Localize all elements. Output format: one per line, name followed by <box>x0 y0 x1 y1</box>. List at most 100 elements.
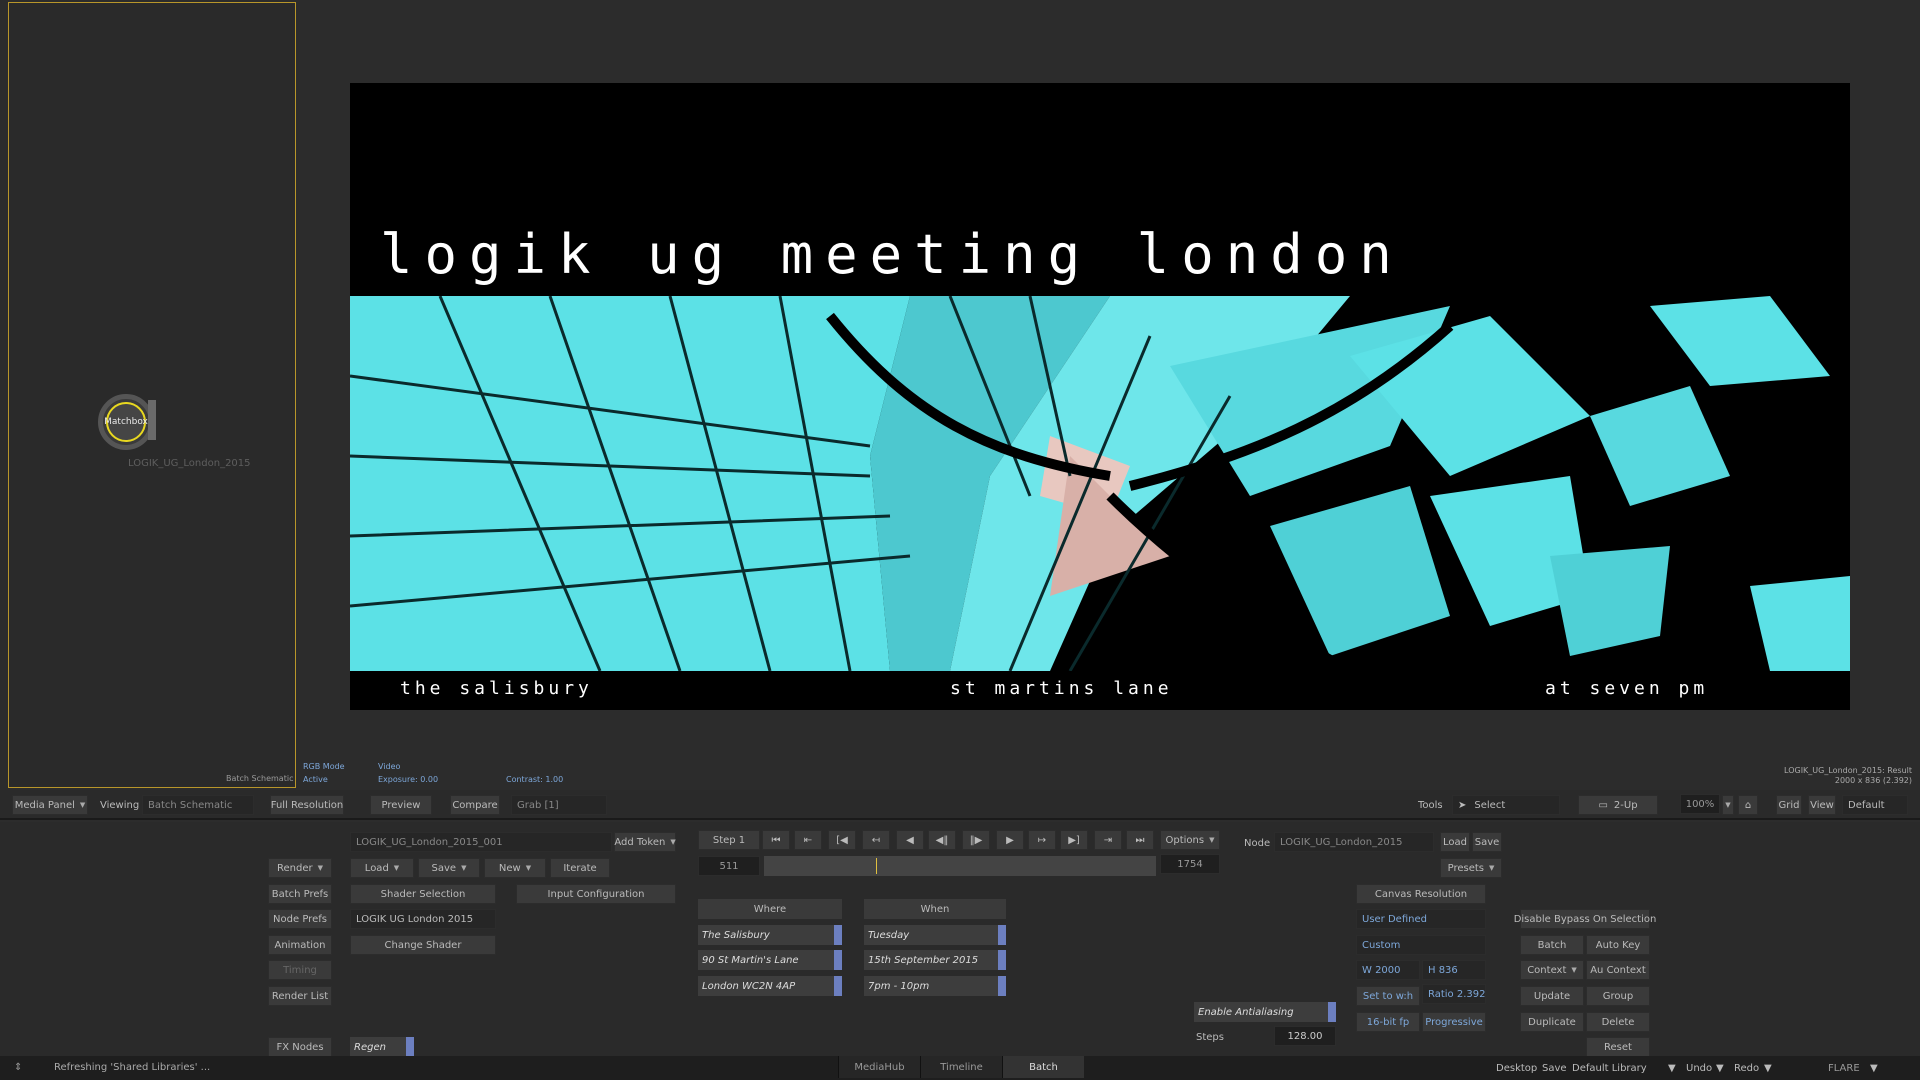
desktop-button[interactable]: Desktop <box>1496 1063 1537 1074</box>
height-field[interactable]: H 836 <box>1422 960 1486 980</box>
step-button[interactable]: Step 1 <box>698 830 760 850</box>
app-dropdown-icon[interactable]: ▼ <box>1870 1063 1878 1074</box>
app-name: FLARE <box>1828 1063 1860 1074</box>
viewer-image[interactable]: logik ug meeting london the salisbury st… <box>350 83 1850 710</box>
iterate-button[interactable]: Iterate <box>550 858 610 878</box>
context-button[interactable]: Context ▼ <box>1520 960 1584 980</box>
duplicate-button[interactable]: Duplicate <box>1520 1012 1584 1032</box>
node-load-button[interactable]: Load <box>1440 832 1470 852</box>
presets-button[interactable]: Presets ▼ <box>1440 858 1502 878</box>
zoom-field[interactable]: 100% <box>1680 794 1720 814</box>
batch-prefs-button[interactable]: Batch Prefs <box>268 884 332 904</box>
two-up-button[interactable]: ▭ 2-Up <box>1578 795 1658 815</box>
render-button[interactable]: Render ▼ <box>268 858 332 878</box>
set-to-wh-button[interactable]: Set to w:h <box>1356 986 1420 1006</box>
disable-bypass-button[interactable]: Disable Bypass On Selection <box>1514 909 1656 929</box>
prev-keyframe-icon[interactable]: ↤ <box>862 830 890 850</box>
tab-timeline[interactable]: Timeline <box>920 1056 1002 1078</box>
when-field-1[interactable]: Tuesday <box>864 925 1006 945</box>
when-field-3[interactable]: 7pm - 10pm <box>864 976 1006 996</box>
status-save-button[interactable]: Save <box>1542 1063 1567 1074</box>
new-button[interactable]: New ▼ <box>484 858 546 878</box>
input-configuration-button[interactable]: Input Configuration <box>516 884 676 904</box>
contrast-label: Contrast: 1.00 <box>506 775 564 784</box>
options-button[interactable]: Options ▼ <box>1160 830 1220 850</box>
play-reverse-icon[interactable]: ◀‖ <box>928 830 956 850</box>
custom-field[interactable]: Custom <box>1356 935 1486 955</box>
when-field-2[interactable]: 15th September 2015 <box>864 950 1006 970</box>
zoom-dropdown-icon[interactable]: ▼ <box>1722 795 1734 815</box>
load-button[interactable]: Load ▼ <box>350 858 414 878</box>
where-field-1[interactable]: The Salisbury <box>698 925 842 945</box>
tools-label: Tools <box>1418 800 1443 811</box>
goto-end-icon[interactable]: ⏭ <box>1126 830 1154 850</box>
redo-button[interactable]: Redo <box>1734 1063 1759 1074</box>
change-shader-button[interactable]: Change Shader <box>350 935 496 955</box>
frame-end-field[interactable]: 1754 <box>1160 854 1220 874</box>
save-button[interactable]: Save ▼ <box>418 858 480 878</box>
group-button[interactable]: Group <box>1586 986 1650 1006</box>
chevron-down-icon: ▼ <box>1571 966 1577 974</box>
add-token-button[interactable]: Add Token ▼ <box>614 832 676 852</box>
auto-key-button[interactable]: Auto Key <box>1586 935 1650 955</box>
update-button[interactable]: Update <box>1520 986 1584 1006</box>
where-field-3[interactable]: London WC2N 4AP <box>698 976 842 996</box>
au-context-button[interactable]: Au Context <box>1586 960 1650 980</box>
full-resolution-button[interactable]: Full Resolution <box>270 795 344 815</box>
bit-depth-button[interactable]: 16-bit fp <box>1356 1012 1420 1032</box>
shader-selection-button[interactable]: Shader Selection <box>350 884 496 904</box>
frame-start-field[interactable]: 511 <box>698 856 760 876</box>
compare-button[interactable]: Compare <box>450 795 500 815</box>
animation-button[interactable]: Animation <box>268 935 332 955</box>
timing-button[interactable]: Timing <box>268 960 332 980</box>
expand-icon[interactable]: ⇕ <box>14 1062 22 1073</box>
redo-dropdown-icon[interactable]: ▼ <box>1764 1063 1772 1074</box>
matchbox-node[interactable]: Matchbox <box>94 390 158 454</box>
reset-button[interactable]: Reset <box>1586 1037 1650 1057</box>
tab-batch[interactable]: Batch <box>1002 1056 1084 1078</box>
undo-dropdown-icon[interactable]: ▼ <box>1716 1063 1724 1074</box>
prev-key-icon[interactable]: ⇤ <box>794 830 822 850</box>
play-forward-icon[interactable]: ‖▶ <box>962 830 990 850</box>
select-tool-button[interactable]: ➤ Select <box>1452 795 1560 815</box>
step-back-icon[interactable]: ◀ <box>896 830 924 850</box>
library-dropdown-icon[interactable]: ▼ <box>1668 1063 1676 1074</box>
grid-button[interactable]: Grid <box>1776 795 1802 815</box>
regen-toggle[interactable]: Regen <box>350 1037 414 1057</box>
mark-out-icon[interactable]: ▶] <box>1060 830 1088 850</box>
user-defined-field[interactable]: User Defined <box>1356 909 1486 929</box>
library-selector[interactable]: Default Library <box>1572 1063 1647 1074</box>
canvas-resolution-button[interactable]: Canvas Resolution <box>1356 884 1486 904</box>
view-button[interactable]: View <box>1808 795 1836 815</box>
preview-button[interactable]: Preview <box>370 795 432 815</box>
fx-nodes-button[interactable]: FX Nodes <box>268 1037 332 1057</box>
timeline-scrubber[interactable] <box>764 856 1156 876</box>
node-save-button[interactable]: Save <box>1472 832 1502 852</box>
shader-name-field[interactable]: LOGIK UG London 2015 <box>350 909 496 929</box>
node-prefs-button[interactable]: Node Prefs <box>268 909 332 929</box>
where-field-2[interactable]: 90 St Martin's Lane <box>698 950 842 970</box>
node-name-field[interactable]: LOGIK_UG_London_2015 <box>1274 832 1434 852</box>
ratio-field[interactable]: Ratio 2.392 <box>1422 984 1486 1004</box>
viewing-selector[interactable]: Batch Schematic <box>142 795 254 815</box>
render-list-button[interactable]: Render List <box>268 986 332 1006</box>
next-keyframe-icon[interactable]: ↦ <box>1028 830 1056 850</box>
setup-name-field[interactable]: LOGIK_UG_London_2015_001 <box>350 832 612 852</box>
tab-mediahub[interactable]: MediaHub <box>838 1056 920 1078</box>
progressive-button[interactable]: Progressive <box>1422 1012 1486 1032</box>
step-forward-icon[interactable]: ▶ <box>996 830 1024 850</box>
width-field[interactable]: W 2000 <box>1356 960 1420 980</box>
view-default-field[interactable]: Default <box>1842 795 1908 815</box>
mark-in-icon[interactable]: [◀ <box>828 830 856 850</box>
steps-field[interactable]: 128.00 <box>1274 1026 1336 1046</box>
home-icon[interactable]: ⌂ <box>1738 795 1758 815</box>
delete-button[interactable]: Delete <box>1586 1012 1650 1032</box>
grab-field[interactable]: Grab [1] <box>511 795 607 815</box>
goto-start-icon[interactable]: ⏮ <box>762 830 790 850</box>
undo-button[interactable]: Undo <box>1686 1063 1712 1074</box>
batch-button[interactable]: Batch <box>1520 935 1584 955</box>
media-panel-dropdown[interactable]: Media Panel ▼ <box>12 795 88 815</box>
next-key-icon[interactable]: ⇥ <box>1094 830 1122 850</box>
chevron-down-icon: ▼ <box>1209 836 1215 844</box>
enable-antialiasing-toggle[interactable]: Enable Antialiasing <box>1194 1002 1336 1022</box>
